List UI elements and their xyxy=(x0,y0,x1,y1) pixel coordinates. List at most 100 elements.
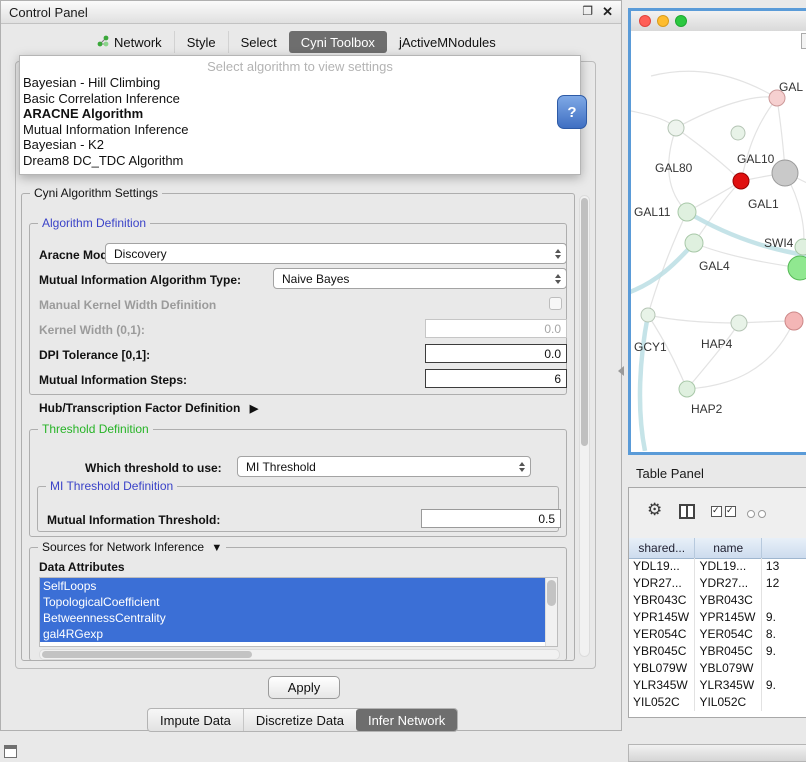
which-threshold-select[interactable]: MI Threshold xyxy=(237,456,531,477)
menu-item-bayesian-k2[interactable]: Bayesian - K2 xyxy=(20,137,580,153)
column-header-extra[interactable] xyxy=(762,538,806,558)
select-all-icon[interactable] xyxy=(711,506,739,517)
tab-select[interactable]: Select xyxy=(228,31,289,53)
tab-style[interactable]: Style xyxy=(174,31,228,53)
apply-button-label: Apply xyxy=(288,680,321,695)
cell: YIL052C xyxy=(695,694,761,711)
list-item-betweennesscentrality[interactable]: BetweennessCentrality xyxy=(40,610,546,626)
node-label: GAL xyxy=(779,80,803,94)
scrollbar-thumb[interactable] xyxy=(547,580,556,606)
network-node[interactable] xyxy=(668,120,684,136)
menu-item-basic-correlation[interactable]: Basic Correlation Inference xyxy=(20,91,580,107)
dropdown-arrows-icon xyxy=(555,244,561,263)
cell: 12 xyxy=(762,575,806,592)
dropdown-arrows-icon xyxy=(555,269,561,288)
menu-item-mutual-information[interactable]: Mutual Information Inference xyxy=(20,122,580,138)
network-node[interactable] xyxy=(685,234,703,252)
data-attributes-list[interactable]: SelfLoops TopologicalCoefficient Between… xyxy=(39,577,558,647)
cell: YER054C xyxy=(629,626,695,643)
panel-collapse-handle[interactable] xyxy=(618,366,624,376)
gear-icon[interactable]: ⚙ xyxy=(647,500,662,520)
network-node[interactable] xyxy=(772,160,798,186)
tab-network[interactable]: Network xyxy=(85,31,174,53)
table-row[interactable]: YPR145W YPR145W 9. xyxy=(629,609,806,626)
table-row[interactable]: YDR27... YDR27... 12 xyxy=(629,575,806,592)
table-body: YDL19... YDL19... 13 YDR27... YDR27... 1… xyxy=(629,558,806,717)
aracne-mode-select[interactable]: Discovery xyxy=(105,243,567,264)
table-row[interactable]: YBR045C YBR045C 9. xyxy=(629,643,806,660)
list-item-gal4rgexp[interactable]: gal4RGexp xyxy=(40,626,546,642)
tab-cyni-toolbox[interactable]: Cyni Toolbox xyxy=(289,31,387,53)
network-canvas[interactable]: GAL GAL80 GAL10 GAL1 GAL11 SWI4 GAL4 GCY… xyxy=(631,31,806,452)
control-panel-titlebar[interactable]: Control Panel ❐ ✕ xyxy=(1,1,621,24)
network-window-titlebar[interactable] xyxy=(631,11,806,32)
table-row[interactable]: YIL052C YIL052C xyxy=(629,694,806,711)
table-header-row: shared... name xyxy=(629,538,806,559)
mi-steps-field[interactable]: 6 xyxy=(425,369,567,388)
menu-item-bayesian-hill-climbing[interactable]: Bayesian - Hill Climbing xyxy=(20,75,580,91)
chevron-down-icon[interactable]: ▼ xyxy=(211,542,222,554)
network-node[interactable] xyxy=(785,312,803,330)
apply-button[interactable]: Apply xyxy=(268,676,340,699)
cell xyxy=(762,694,806,711)
column-selector-icon[interactable] xyxy=(679,504,695,519)
list-horizontal-scrollbar[interactable] xyxy=(39,649,560,660)
table-row[interactable]: YER054C YER054C 8. xyxy=(629,626,806,643)
tab-style-label: Style xyxy=(187,35,216,50)
collapsed-panel-bar[interactable] xyxy=(628,744,806,762)
network-node[interactable] xyxy=(731,126,745,140)
tab-jactivemodules[interactable]: jActiveMNodules xyxy=(387,31,508,53)
network-node-labels: GAL GAL80 GAL10 GAL1 GAL11 SWI4 GAL4 GCY… xyxy=(634,80,803,416)
cell: YBR043C xyxy=(629,592,695,609)
control-panel-title: Control Panel xyxy=(9,5,88,20)
tab-impute-data[interactable]: Impute Data xyxy=(148,709,243,731)
mi-algorithm-type-select[interactable]: Naive Bayes xyxy=(273,268,567,289)
scrollbar-thumb[interactable] xyxy=(581,198,588,446)
menu-item-dream8[interactable]: Dream8 DC_TDC Algorithm xyxy=(20,153,580,169)
birdseye-toggle-icon[interactable] xyxy=(801,33,806,49)
manual-kernel-width-checkbox[interactable] xyxy=(549,297,562,310)
dpi-tolerance-field[interactable]: 0.0 xyxy=(425,344,567,363)
network-node[interactable] xyxy=(795,239,806,255)
network-tab-icon xyxy=(97,35,109,50)
table-row[interactable]: YLR345W YLR345W 9. xyxy=(629,677,806,694)
deselect-all-icon[interactable] xyxy=(747,506,769,514)
chevron-right-icon[interactable]: ▶ xyxy=(250,403,258,415)
column-header-name[interactable]: name xyxy=(695,538,761,558)
algorithm-dropdown-menu: Select algorithm to view settings Bayesi… xyxy=(19,55,581,175)
cell: 8. xyxy=(762,626,806,643)
tab-discretize-data[interactable]: Discretize Data xyxy=(243,709,356,731)
table-row[interactable]: YBL079W YBL079W xyxy=(629,660,806,677)
network-node[interactable] xyxy=(731,315,747,331)
table-row[interactable]: YBR043C YBR043C xyxy=(629,592,806,609)
zoom-traffic-light-icon[interactable] xyxy=(675,15,687,27)
settings-vertical-scrollbar[interactable] xyxy=(579,195,590,657)
scrollbar-thumb[interactable] xyxy=(42,651,252,658)
menu-item-aracne[interactable]: ARACNE Algorithm xyxy=(20,106,580,122)
column-header-shared-name[interactable]: shared... xyxy=(629,538,695,558)
network-node[interactable] xyxy=(678,203,696,221)
hub-section-label[interactable]: Hub/Transcription Factor Definition ▶ xyxy=(39,401,258,415)
kernel-width-field[interactable]: 0.0 xyxy=(425,319,567,338)
node-label: SWI4 xyxy=(764,236,794,250)
minimize-traffic-light-icon[interactable] xyxy=(657,15,669,27)
network-node[interactable] xyxy=(641,308,655,322)
network-node[interactable] xyxy=(788,256,806,280)
tab-infer-network[interactable]: Infer Network xyxy=(356,709,457,731)
list-item-topologicalcoefficient[interactable]: TopologicalCoefficient xyxy=(40,594,546,610)
mi-threshold-field[interactable]: 0.5 xyxy=(421,509,561,528)
list-item-selfloops[interactable]: SelfLoops xyxy=(40,578,546,594)
table-row[interactable]: YDL19... YDL19... 13 xyxy=(629,558,806,575)
which-threshold-value: MI Threshold xyxy=(246,460,316,474)
help-button[interactable]: ? xyxy=(557,95,587,129)
close-icon[interactable]: ✕ xyxy=(602,4,613,20)
network-node[interactable] xyxy=(733,173,749,189)
restore-panel-icon[interactable] xyxy=(4,745,17,758)
list-vertical-scrollbar[interactable] xyxy=(545,578,557,646)
cell: 9. xyxy=(762,677,806,694)
close-traffic-light-icon[interactable] xyxy=(639,15,651,27)
float-window-icon[interactable]: ❐ xyxy=(582,4,593,18)
sources-group-title[interactable]: Sources for Network Inference ▼ xyxy=(38,540,226,554)
help-icon: ? xyxy=(567,104,576,121)
network-node[interactable] xyxy=(679,381,695,397)
